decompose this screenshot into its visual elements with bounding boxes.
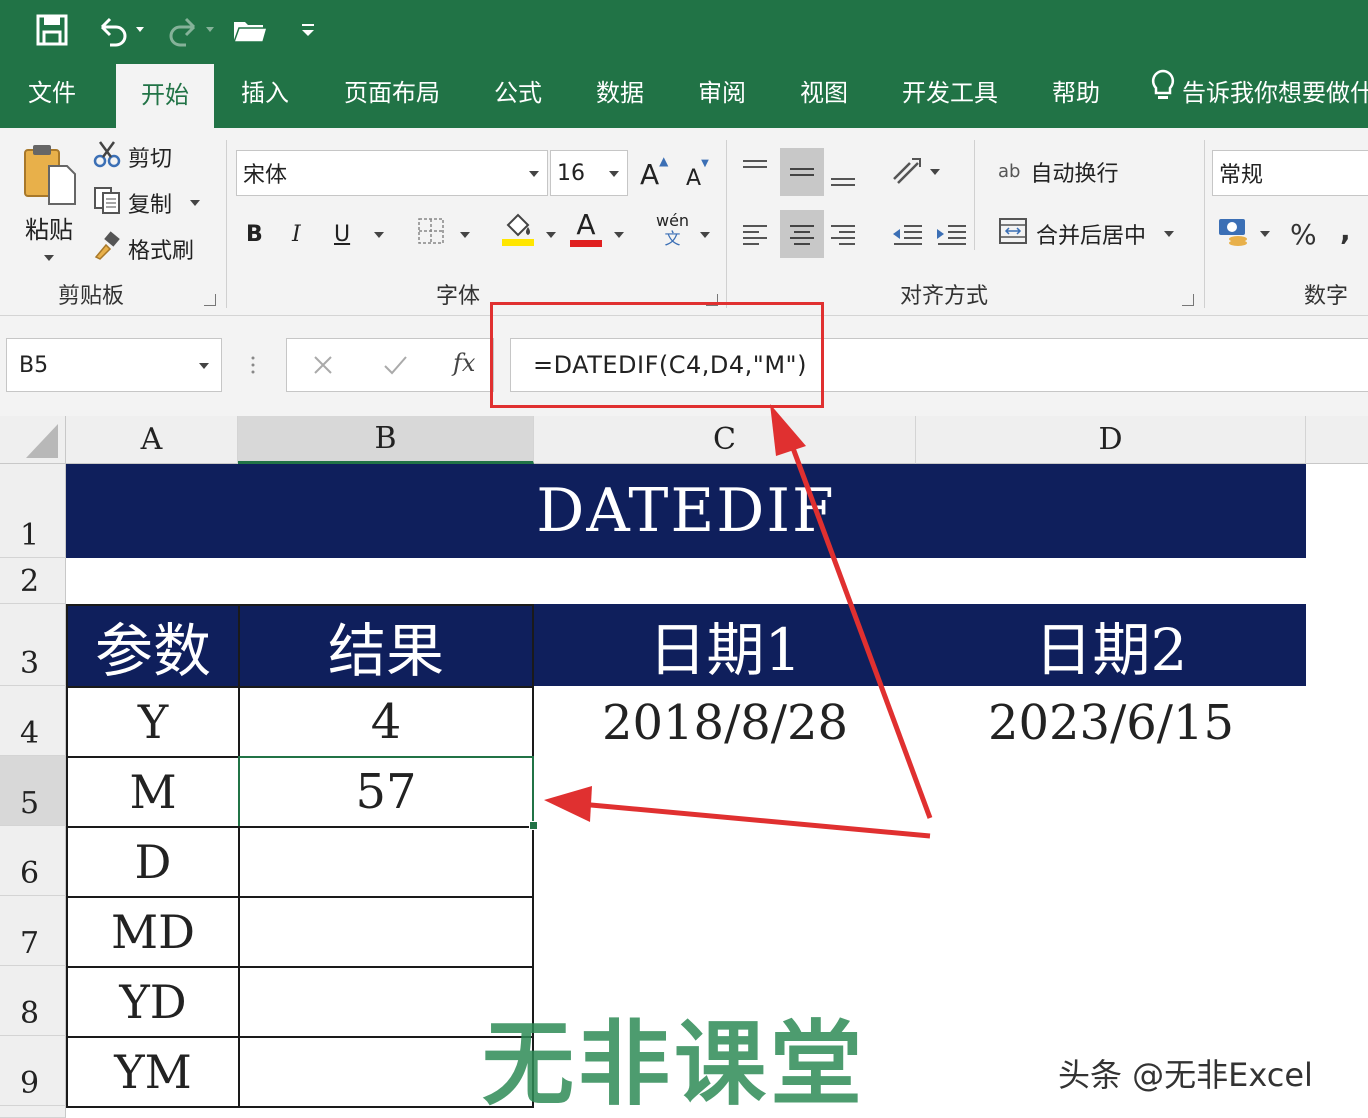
author-credit: 头条 @无非Excel <box>1058 1056 1313 1094</box>
arrow-to-formula <box>787 439 933 819</box>
annotation-arrows <box>544 404 933 839</box>
arrow-head-up <box>770 404 806 456</box>
arrow-to-cell <box>579 801 931 839</box>
arrow-head-left <box>544 786 592 822</box>
watermark-logo: 无非课堂 <box>482 1011 867 1118</box>
